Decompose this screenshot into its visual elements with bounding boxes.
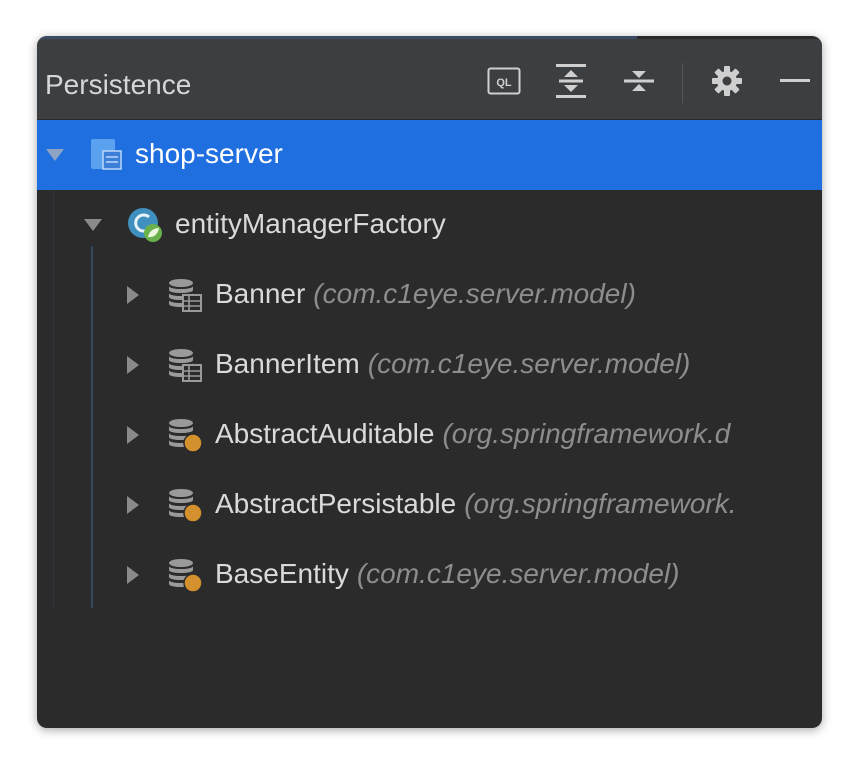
collapsed-arrow-icon[interactable]	[123, 285, 143, 305]
entity-package: (com.c1eye.server.model)	[367, 348, 691, 379]
tree-row-entity[interactable]: BaseEntity (com.c1eye.server.model)	[37, 540, 822, 610]
panel-header: Persistence QL	[37, 39, 822, 120]
factory-label: entityManagerFactory	[175, 208, 446, 239]
mapped-superclass-icon	[169, 489, 203, 523]
module-icon	[91, 139, 122, 170]
collapse-all-button[interactable]	[619, 61, 659, 101]
entity-name: AbstractAuditable	[215, 418, 435, 449]
minimize-button[interactable]	[775, 61, 815, 101]
entity-package: (com.c1eye.server.model)	[356, 558, 680, 589]
tree-row-entity[interactable]: AbstractAuditable (org.springframework.d	[37, 400, 822, 470]
module-label: shop-server	[135, 138, 283, 169]
collapse-all-icon	[624, 71, 654, 91]
entity-label: AbstractAuditable (org.springframework.d	[215, 418, 730, 450]
mapped-superclass-icon	[169, 419, 203, 453]
collapsed-arrow-icon[interactable]	[123, 355, 143, 375]
entity-package: (com.c1eye.server.model)	[313, 278, 636, 309]
entity-label: Banner (com.c1eye.server.model)	[215, 278, 636, 310]
collapsed-arrow-icon[interactable]	[123, 495, 143, 515]
entity-name: BaseEntity	[215, 558, 349, 589]
ql-console-icon: QL	[487, 67, 521, 95]
tree-row-entity[interactable]: Banner (com.c1eye.server.model)	[37, 260, 822, 330]
entity-label: BaseEntity (com.c1eye.server.model)	[215, 558, 679, 590]
collapsed-arrow-icon[interactable]	[123, 425, 143, 445]
tree-row-entity[interactable]: BannerItem (com.c1eye.server.model)	[37, 330, 822, 400]
entity-name: AbstractPersistable	[215, 488, 457, 519]
settings-button[interactable]	[707, 61, 747, 101]
gear-icon	[712, 66, 742, 96]
expanded-arrow-icon[interactable]	[83, 215, 103, 235]
entity-name: Banner	[215, 278, 306, 309]
expand-all-button[interactable]	[551, 61, 591, 101]
entity-package: (org.springframework.d	[442, 418, 731, 449]
persistence-tool-window: Persistence QL shop-server entityManager…	[37, 36, 822, 728]
toolbar-separator	[682, 63, 683, 103]
entity-label: AbstractPersistable (org.springframework.	[215, 488, 737, 520]
svg-text:QL: QL	[496, 77, 512, 89]
tree-row-module[interactable]: shop-server	[37, 120, 822, 190]
expand-all-icon	[556, 64, 586, 98]
minimize-icon	[780, 79, 810, 82]
entity-table-icon	[169, 279, 202, 312]
panel-title: Persistence	[45, 69, 192, 100]
entity-label: BannerItem (com.c1eye.server.model)	[215, 348, 690, 380]
entity-table-icon	[169, 349, 202, 382]
tree-row-entity[interactable]: AbstractPersistable (org.springframework.	[37, 470, 822, 540]
collapsed-arrow-icon[interactable]	[123, 565, 143, 585]
entity-name: BannerItem	[215, 348, 360, 379]
ql-console-button[interactable]: QL	[484, 61, 524, 101]
expanded-arrow-icon[interactable]	[45, 145, 65, 165]
tree-row-factory[interactable]: entityManagerFactory	[37, 190, 822, 260]
spring-bean-icon	[128, 208, 162, 242]
entity-package: (org.springframework.	[464, 488, 737, 519]
mapped-superclass-icon	[169, 559, 203, 593]
